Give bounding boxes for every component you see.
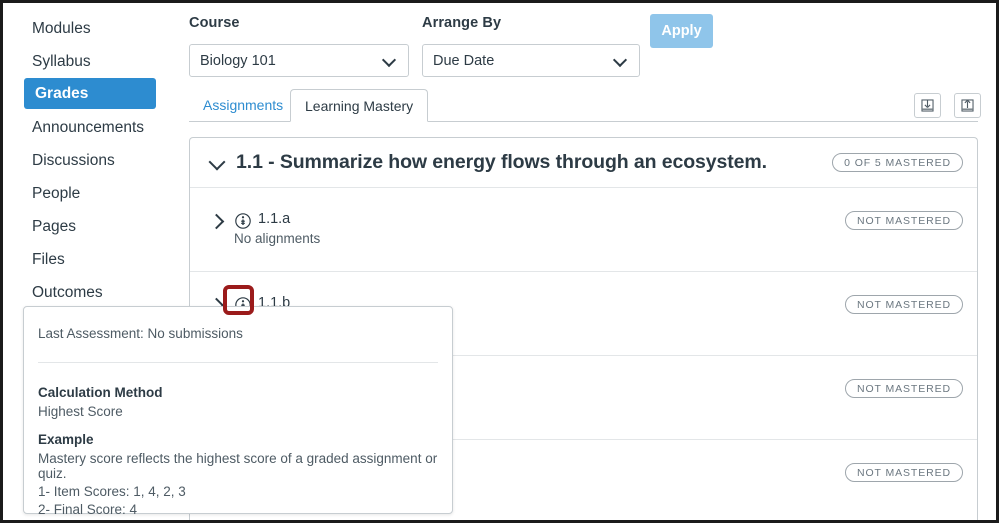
download-icon [921,99,934,112]
tab-assignments[interactable]: Assignments [189,89,297,122]
course-filter-label: Course [189,15,240,31]
sidebar-item-label: Modules [32,20,91,37]
outcome-group-header[interactable]: 1.1 - Summarize how energy flows through… [190,138,977,188]
annotation-highlight-box [223,285,254,315]
outcome-group-mastery-badge: 0 OF 5 MASTERED [832,153,963,172]
sidebar-item-label: Discussions [32,152,115,169]
arrange-by-select[interactable]: Due Date [422,44,640,77]
chevron-down-icon [614,54,627,67]
sidebar-item-announcements[interactable]: Announcements [24,115,152,140]
arrange-by-select-value: Due Date [433,53,614,69]
sidebar-item-label: Pages [32,218,76,235]
status-badge: NOT MASTERED [845,463,963,482]
outcome-row-name: 1.1.a [258,211,290,227]
gradebook-tabs: Assignments Learning Mastery [189,89,978,122]
sidebar-item-label: Outcomes [32,284,103,301]
course-select[interactable]: Biology 101 [189,44,409,77]
upload-icon [961,99,974,112]
sidebar-item-label: People [32,185,80,202]
sidebar-item-label: Syllabus [32,53,91,70]
sidebar-item-modules[interactable]: Modules [24,16,99,41]
sidebar-item-grades[interactable]: Grades [24,78,156,109]
outcome-group-title: 1.1 - Summarize how energy flows through… [236,151,767,174]
popover-example-line-3: 2- Final Score: 4 [38,502,438,517]
course-select-value: Biology 101 [200,53,383,69]
popover-calculation-value: Highest Score [38,404,438,419]
sidebar-item-label: Grades [35,85,88,102]
sidebar-item-outcomes[interactable]: Outcomes [24,280,111,305]
table-row[interactable]: 1.1.a No alignments NOT MASTERED [190,188,977,272]
export-outcomes-button[interactable] [954,93,981,118]
sidebar-item-people[interactable]: People [24,181,88,206]
sidebar-item-label: Files [32,251,65,268]
sidebar-item-syllabus[interactable]: Syllabus [24,49,99,74]
apply-button[interactable]: Apply [650,14,713,48]
canvas-learning-mastery-screenshot: Modules Syllabus Grades Announcements Di… [0,0,999,523]
popover-example-line-2: 1- Item Scores: 1, 4, 2, 3 [38,484,438,499]
popover-divider [38,362,438,363]
chevron-down-icon[interactable] [204,150,230,176]
sidebar-item-files[interactable]: Files [24,247,73,272]
arrange-by-filter-label: Arrange By [422,15,501,31]
popover-last-assessment: Last Assessment: No submissions [38,326,438,341]
popover-example-line-1: Mastery score reflects the highest score… [38,451,438,481]
status-badge: NOT MASTERED [845,295,963,314]
tab-learning-mastery[interactable]: Learning Mastery [290,89,428,122]
outcome-info-icon[interactable] [234,212,252,230]
outcome-details-popover: Last Assessment: No submissions Calculat… [23,306,453,514]
chevron-right-icon[interactable] [206,211,226,231]
popover-calculation-heading: Calculation Method [38,385,438,400]
import-outcomes-button[interactable] [914,93,941,118]
status-badge: NOT MASTERED [845,379,963,398]
sidebar-item-label: Announcements [32,119,144,136]
outcome-row-alignments: No alignments [234,231,320,246]
sidebar-item-discussions[interactable]: Discussions [24,148,123,173]
status-badge: NOT MASTERED [845,211,963,230]
popover-example-heading: Example [38,432,438,447]
sidebar-item-pages[interactable]: Pages [24,214,84,239]
chevron-down-icon [383,54,396,67]
